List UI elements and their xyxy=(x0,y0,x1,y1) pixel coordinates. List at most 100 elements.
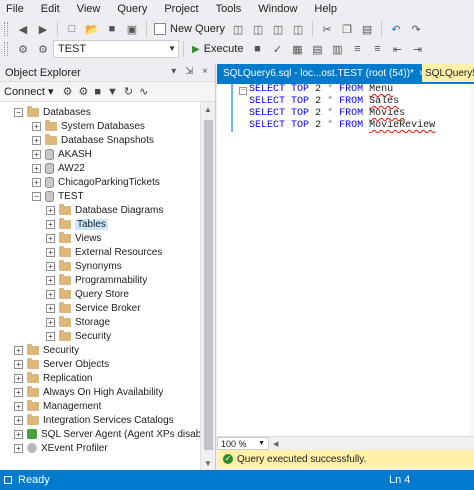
save-icon[interactable]: ■ xyxy=(104,21,120,37)
expand-icon[interactable]: + xyxy=(46,289,55,299)
menu-query[interactable]: Query xyxy=(117,3,147,15)
database-query-icon[interactable]: ◫ xyxy=(230,21,246,37)
collapse-icon[interactable]: − xyxy=(14,107,23,117)
menu-edit[interactable]: Edit xyxy=(41,3,60,15)
code-area[interactable]: SELECT TOP 2 * FROM Menu SELECT TOP 2 * … xyxy=(249,84,435,132)
tree-item-database[interactable]: + ChicagoParkingTickets xyxy=(32,175,160,189)
parse-check-icon[interactable]: ✓ xyxy=(269,41,285,57)
expand-icon[interactable]: + xyxy=(14,443,23,453)
expand-icon[interactable]: + xyxy=(46,219,55,229)
expand-icon[interactable]: + xyxy=(14,415,23,425)
scroll-left-icon[interactable]: ◀ xyxy=(273,440,278,448)
copy-icon[interactable]: ❐ xyxy=(339,21,355,37)
change-connection-icon[interactable]: ⚙ xyxy=(35,41,51,57)
stop-icon[interactable]: ■ xyxy=(94,86,101,98)
tree-item-synonyms[interactable]: + Synonyms xyxy=(46,259,122,273)
tree-item-system-databases[interactable]: + System Databases xyxy=(32,119,145,133)
editor-scrollbar[interactable] xyxy=(470,84,474,436)
expand-icon[interactable]: + xyxy=(14,359,23,369)
expand-icon[interactable]: + xyxy=(14,373,23,383)
expand-icon[interactable]: + xyxy=(46,205,55,215)
mdx-query-icon[interactable]: ◫ xyxy=(250,21,266,37)
expand-icon[interactable]: + xyxy=(46,303,55,313)
new-project-icon[interactable]: □ xyxy=(64,21,80,37)
tree-item-always-on[interactable]: + Always On High Availability xyxy=(14,385,163,399)
expand-icon[interactable]: + xyxy=(32,149,41,159)
comment-icon[interactable]: ≡ xyxy=(349,41,365,57)
panel-window-controls[interactable]: ▾ ⇲ × xyxy=(171,66,211,77)
connect-icon[interactable]: ⚙ xyxy=(15,41,31,57)
tree-item-database-snapshots[interactable]: + Database Snapshots xyxy=(32,133,154,147)
menu-view[interactable]: View xyxy=(77,3,101,15)
filter-icon[interactable]: ▼ xyxy=(107,86,118,98)
tree-item-external-resources[interactable]: + External Resources xyxy=(46,245,162,259)
tab-sqlquery5[interactable]: SQLQuery5 xyxy=(422,64,474,82)
menu-file[interactable]: File xyxy=(6,3,24,15)
expand-icon[interactable]: + xyxy=(46,247,55,257)
tree-item-integration-services[interactable]: + Integration Services Catalogs xyxy=(14,413,174,427)
paste-icon[interactable]: ▤ xyxy=(359,21,375,37)
expand-icon[interactable]: + xyxy=(46,233,55,243)
expand-icon[interactable]: + xyxy=(46,261,55,271)
expand-icon[interactable]: + xyxy=(46,331,55,341)
activity-monitor-icon[interactable]: ∿ xyxy=(139,85,148,98)
results-file-icon[interactable]: ▥ xyxy=(329,41,345,57)
toolbar-grip[interactable] xyxy=(4,22,8,36)
results-grid-icon[interactable]: ▦ xyxy=(289,41,305,57)
tree-item-query-store[interactable]: + Query Store xyxy=(46,287,129,301)
xmla-query-icon[interactable]: ◫ xyxy=(290,21,306,37)
connect-server-icon[interactable]: ⚙ xyxy=(63,85,73,98)
stop-icon[interactable]: ■ xyxy=(249,41,265,57)
tree-item-programmability[interactable]: + Programmability xyxy=(46,273,147,287)
tree-item-storage[interactable]: + Storage xyxy=(46,315,110,329)
expand-icon[interactable]: + xyxy=(14,401,23,411)
cut-icon[interactable]: ✂ xyxy=(319,21,335,37)
query-editor[interactable]: − SELECT TOP 2 * FROM Menu SELECT TOP 2 … xyxy=(217,84,474,436)
tree-item-xevent-profiler[interactable]: + XEvent Profiler xyxy=(14,441,108,455)
tree-item-management[interactable]: + Management xyxy=(14,399,101,413)
expand-icon[interactable]: + xyxy=(14,429,23,439)
execute-button[interactable]: ▶ Execute xyxy=(188,43,247,55)
tree-item-security[interactable]: + Security xyxy=(14,343,79,357)
expand-icon[interactable]: + xyxy=(32,177,41,187)
tree-item-database-diagrams[interactable]: + Database Diagrams xyxy=(46,203,163,217)
outdent-icon[interactable]: ⇤ xyxy=(389,41,405,57)
tree-item-database-test[interactable]: − TEST xyxy=(32,189,84,203)
outline-collapse-icon[interactable]: − xyxy=(239,87,247,95)
tree-item-service-broker[interactable]: + Service Broker xyxy=(46,301,141,315)
expand-icon[interactable]: + xyxy=(32,163,41,173)
tree-item-tables[interactable]: + Tables xyxy=(46,217,108,231)
tree-item-replication[interactable]: + Replication xyxy=(14,371,92,385)
tree-scrollbar[interactable]: ▲ ▼ xyxy=(200,102,215,470)
expand-icon[interactable]: + xyxy=(46,317,55,327)
expand-icon[interactable]: + xyxy=(32,121,41,131)
expand-icon[interactable]: + xyxy=(46,275,55,285)
redo-icon[interactable]: ↷ xyxy=(408,21,424,37)
disconnect-icon[interactable]: ⚙ xyxy=(78,85,88,98)
refresh-icon[interactable]: ↻ xyxy=(124,85,133,98)
menu-window[interactable]: Window xyxy=(258,3,297,15)
tree-item-server-objects[interactable]: + Server Objects xyxy=(14,357,109,371)
tree-item-databases[interactable]: − Databases xyxy=(14,105,91,119)
tree-item-database[interactable]: + AKASH xyxy=(32,147,92,161)
menu-help[interactable]: Help xyxy=(314,3,337,15)
open-file-icon[interactable]: 📂 xyxy=(84,21,100,37)
tree-item-database[interactable]: + AW22 xyxy=(32,161,85,175)
tree-item-views[interactable]: + Views xyxy=(46,231,102,245)
tab-sqlquery6[interactable]: SQLQuery6.sql - loc...ost.TEST (root (54… xyxy=(217,64,422,82)
indent-icon[interactable]: ⇥ xyxy=(409,41,425,57)
expand-icon[interactable]: + xyxy=(14,387,23,397)
scrollbar-thumb[interactable] xyxy=(204,120,213,450)
tree-item-db-security[interactable]: + Security xyxy=(46,329,111,343)
database-selector[interactable]: TEST ▼ xyxy=(53,40,179,58)
menu-project[interactable]: Project xyxy=(164,3,198,15)
new-query-button[interactable]: New Query xyxy=(151,23,228,35)
connect-dropdown[interactable]: Connect ▾ xyxy=(4,85,54,98)
dmx-query-icon[interactable]: ◫ xyxy=(270,21,286,37)
toolbar-grip[interactable] xyxy=(4,42,8,56)
undo-icon[interactable]: ↶ xyxy=(388,21,404,37)
back-icon[interactable]: ◀ xyxy=(15,21,31,37)
expand-icon[interactable]: + xyxy=(32,135,41,145)
results-text-icon[interactable]: ▤ xyxy=(309,41,325,57)
forward-icon[interactable]: ▶ xyxy=(35,21,51,37)
